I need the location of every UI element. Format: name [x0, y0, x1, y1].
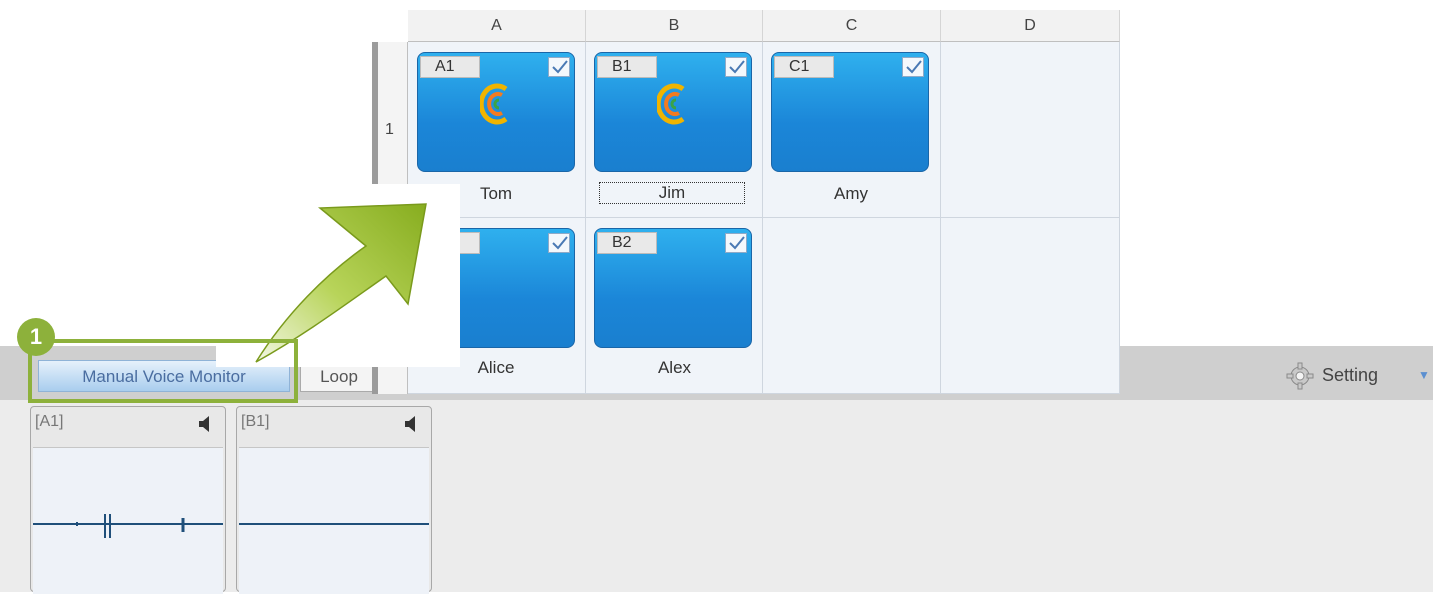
step-badge: 1 [17, 318, 55, 356]
column-header-c: C [763, 10, 941, 42]
tile-name-b2: Alex [657, 358, 692, 377]
radio-tile-c1[interactable]: C1 [771, 52, 929, 172]
monitor-panel-b1[interactable]: [B1] [236, 406, 432, 594]
waveform [33, 447, 223, 594]
radio-tile-b2[interactable]: B2 [594, 228, 752, 348]
grid-cell-d1[interactable] [941, 42, 1120, 218]
checkbox-icon[interactable] [725, 233, 747, 253]
speaker-icon[interactable] [403, 415, 419, 438]
radio-tile-a1[interactable]: A1 [417, 52, 575, 172]
monitor-panel-a1[interactable]: [A1] [30, 406, 226, 594]
triangle-down-icon[interactable]: ▼ [1418, 362, 1432, 388]
checkbox-icon[interactable] [548, 57, 570, 77]
checkbox-icon[interactable] [548, 233, 570, 253]
checkbox-icon[interactable] [902, 57, 924, 77]
tile-id-label: A1 [420, 56, 480, 78]
speaker-icon[interactable] [197, 415, 213, 438]
monitor-title: [B1] [241, 413, 270, 430]
tile-name-b1[interactable]: Jim [599, 182, 745, 204]
gear-icon [1286, 362, 1314, 390]
ear-icon [478, 83, 512, 130]
radio-tile-b1[interactable]: B1 [594, 52, 752, 172]
tile-id-label: C1 [774, 56, 834, 78]
tile-name-c1: Amy [834, 184, 868, 203]
column-header-a: A [408, 10, 586, 42]
grid-cell-c2[interactable] [763, 218, 941, 394]
column-header-b: B [586, 10, 763, 42]
monitor-title: [A1] [35, 413, 64, 430]
setting-label: Setting [1322, 365, 1379, 385]
column-header-d: D [941, 10, 1120, 42]
ear-icon [655, 83, 689, 130]
checkbox-icon[interactable] [725, 57, 747, 77]
setting-button[interactable]: Setting [1286, 358, 1378, 392]
tile-id-label: B2 [597, 232, 657, 254]
tile-id-label: B1 [597, 56, 657, 78]
grid-cell-d2[interactable] [941, 218, 1120, 394]
waveform [239, 447, 429, 594]
highlight-frame [28, 339, 298, 403]
tile-name-b1-text: Jim [599, 182, 745, 204]
